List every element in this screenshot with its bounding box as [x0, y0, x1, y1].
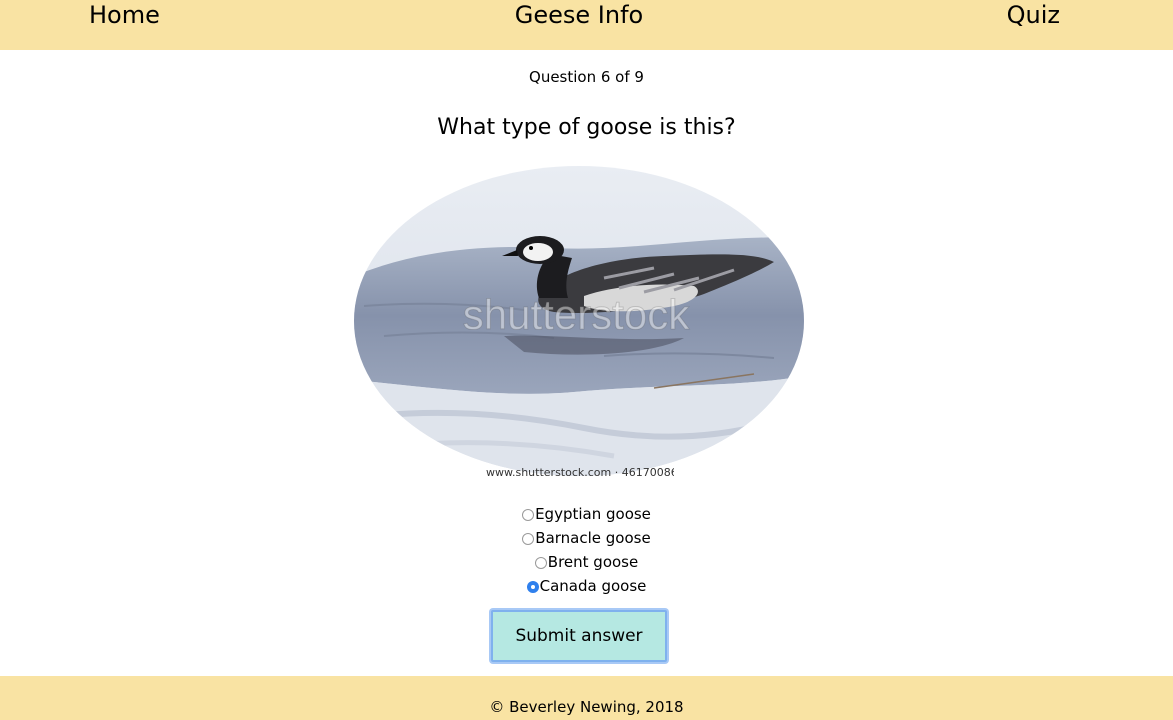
- option-label: Brent goose: [547, 553, 639, 571]
- option-brent-goose[interactable]: Brent goose: [0, 550, 1173, 574]
- option-label: Canada goose: [539, 577, 647, 595]
- option-canada-goose[interactable]: Canada goose: [0, 574, 1173, 598]
- option-label: Barnacle goose: [535, 529, 651, 547]
- nav-link-quiz[interactable]: Quiz: [1007, 0, 1060, 30]
- radio-brent-goose[interactable]: [534, 557, 547, 569]
- radio-canada-goose[interactable]: [526, 581, 539, 593]
- top-nav: Home Geese Info Quiz: [0, 0, 1173, 50]
- answer-options: Egyptian goose Barnacle goose Brent goos…: [0, 502, 1173, 598]
- goose-photo: shutterstock: [354, 166, 804, 480]
- goose-photo-illustration: shutterstock: [354, 166, 804, 476]
- question-counter: Question 6 of 9: [529, 68, 644, 86]
- radio-barnacle-goose[interactable]: [522, 533, 535, 545]
- copyright-text: © Beverley Newing, 2018: [489, 698, 684, 716]
- footer: © Beverley Newing, 2018: [0, 676, 1173, 720]
- image-watermark: shutterstock: [463, 291, 690, 338]
- radio-egyptian-goose[interactable]: [522, 509, 535, 521]
- option-label: Egyptian goose: [535, 505, 651, 523]
- nav-link-home[interactable]: Home: [89, 0, 160, 30]
- question-text: What type of goose is this?: [437, 115, 736, 140]
- submit-answer-button[interactable]: Submit answer: [491, 610, 667, 662]
- image-credit: www.shutterstock.com · 461700869: [486, 466, 674, 479]
- option-egyptian-goose[interactable]: Egyptian goose: [0, 502, 1173, 526]
- nav-link-geese-info[interactable]: Geese Info: [515, 0, 643, 30]
- option-barnacle-goose[interactable]: Barnacle goose: [0, 526, 1173, 550]
